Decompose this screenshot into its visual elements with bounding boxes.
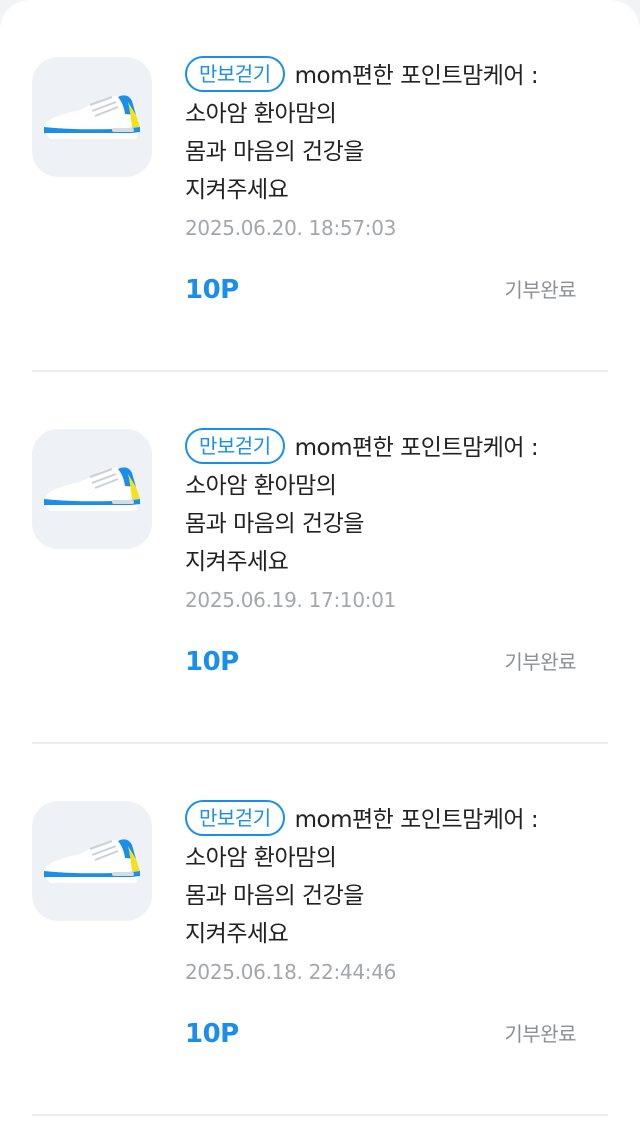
points-value: 10P xyxy=(185,275,239,305)
donation-list-item[interactable]: 만보걷기 mom편한 포인트맘케어 : 소아암 환아맘의 몸과 마음의 건강을 지… xyxy=(0,0,640,372)
donation-content: 만보걷기 mom편한 포인트맘케어 : 소아암 환아맘의 몸과 마음의 건강을 지… xyxy=(185,800,585,985)
category-tag: 만보걷기 xyxy=(185,56,285,92)
donation-status: 기부완료 xyxy=(504,278,576,302)
donation-list-item[interactable]: 만보걷기 mom편한 포인트맘케어 : 소아암 환아맘의 몸과 마음의 건강을 지… xyxy=(0,744,640,1116)
divider xyxy=(32,1114,608,1116)
donation-title: 만보걷기 mom편한 포인트맘케어 : 소아암 환아맘의 몸과 마음의 건강을 지… xyxy=(185,56,585,209)
category-tag: 만보걷기 xyxy=(185,800,285,836)
campaign-thumbnail xyxy=(32,57,152,177)
donation-title: 만보걷기 mom편한 포인트맘케어 : 소아암 환아맘의 몸과 마음의 건강을 지… xyxy=(185,428,585,581)
donation-list: 만보걷기 mom편한 포인트맘케어 : 소아암 환아맘의 몸과 마음의 건강을 지… xyxy=(0,0,640,1116)
title-line: 몸과 마음의 건강을 xyxy=(185,139,364,165)
points-value: 10P xyxy=(185,647,239,677)
donation-date: 2025.06.19. 17:10:01 xyxy=(185,588,397,612)
donation-title: 만보걷기 mom편한 포인트맘케어 : 소아암 환아맘의 몸과 마음의 건강을 지… xyxy=(185,800,585,953)
donation-status: 기부완료 xyxy=(504,1022,576,1046)
title-line: 지켜주세요 xyxy=(185,177,289,203)
category-tag: 만보걷기 xyxy=(185,428,285,464)
title-line: 몸과 마음의 건강을 xyxy=(185,883,364,909)
title-line: 소아암 환아맘의 xyxy=(185,473,337,499)
campaign-thumbnail xyxy=(32,801,152,921)
title-line: mom편한 포인트맘케어 : xyxy=(294,807,539,833)
donation-history-sheet: 만보걷기 mom편한 포인트맘케어 : 소아암 환아맘의 몸과 마음의 건강을 지… xyxy=(0,0,640,1140)
points-value: 10P xyxy=(185,1019,239,1049)
donation-content: 만보걷기 mom편한 포인트맘케어 : 소아암 환아맘의 몸과 마음의 건강을 지… xyxy=(185,56,585,241)
donation-date: 2025.06.18. 22:44:46 xyxy=(185,960,397,984)
title-line: 소아암 환아맘의 xyxy=(185,845,337,871)
sneaker-icon xyxy=(44,95,140,139)
title-line: mom편한 포인트맘케어 : xyxy=(294,63,539,89)
sneaker-icon xyxy=(44,839,140,883)
title-line: 소아암 환아맘의 xyxy=(185,101,337,127)
title-line: mom편한 포인트맘케어 : xyxy=(294,435,539,461)
donation-status: 기부완료 xyxy=(504,650,576,674)
donation-list-item[interactable]: 만보걷기 mom편한 포인트맘케어 : 소아암 환아맘의 몸과 마음의 건강을 지… xyxy=(0,372,640,744)
donation-date: 2025.06.20. 18:57:03 xyxy=(185,216,397,240)
title-line: 지켜주세요 xyxy=(185,549,289,575)
sneaker-icon xyxy=(44,467,140,511)
donation-content: 만보걷기 mom편한 포인트맘케어 : 소아암 환아맘의 몸과 마음의 건강을 지… xyxy=(185,428,585,613)
campaign-thumbnail xyxy=(32,429,152,549)
title-line: 몸과 마음의 건강을 xyxy=(185,511,364,537)
title-line: 지켜주세요 xyxy=(185,921,289,947)
